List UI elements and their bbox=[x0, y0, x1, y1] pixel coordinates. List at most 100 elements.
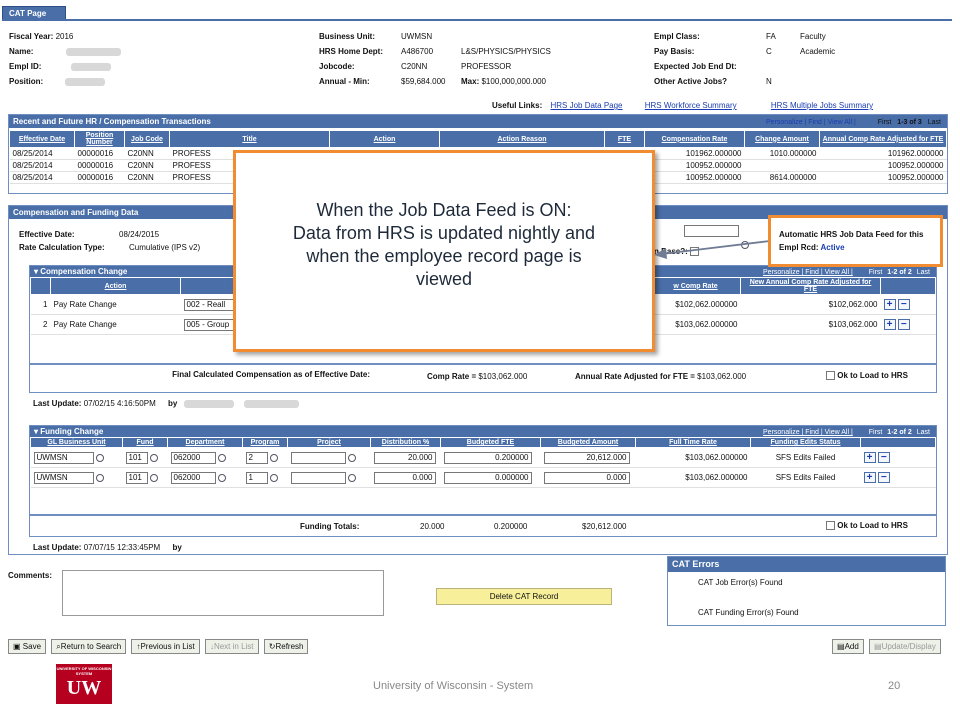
table-row: UWMSN 101 062000 1 0.000 0.000000 0.000 … bbox=[30, 467, 936, 488]
return-to-search-button[interactable]: ⌕Return to Search bbox=[51, 639, 127, 654]
add-row-icon[interactable]: + bbox=[863, 452, 876, 463]
budgeted-fte-input[interactable]: 0.200000 bbox=[443, 451, 532, 464]
comments-textarea[interactable] bbox=[62, 570, 384, 616]
cell: 0.200000 bbox=[440, 447, 541, 468]
funding-last[interactable]: Last bbox=[917, 429, 930, 436]
comp-last[interactable]: Last bbox=[917, 269, 930, 276]
search-icon[interactable] bbox=[347, 453, 356, 462]
col-department[interactable]: Department bbox=[167, 437, 243, 448]
gl-bu-input[interactable]: UWMSN bbox=[33, 451, 94, 464]
gl-bu-input[interactable]: UWMSN bbox=[33, 471, 94, 484]
col-fund[interactable]: Fund bbox=[122, 437, 168, 448]
col-funding-status[interactable]: Funding Edits Status bbox=[750, 437, 861, 448]
col-job-code[interactable]: Job Code bbox=[124, 130, 170, 148]
col-gl-bu[interactable]: GL Business Unit bbox=[30, 437, 123, 448]
project-input[interactable] bbox=[290, 471, 346, 484]
budgeted-amount-input[interactable]: 20,612.000 bbox=[543, 451, 630, 464]
col-fte[interactable]: FTE bbox=[604, 130, 645, 148]
position-label: Position: bbox=[9, 77, 44, 86]
col-action-reason[interactable]: Action Reason bbox=[439, 130, 605, 148]
project-input[interactable] bbox=[290, 451, 346, 464]
add-row-icon[interactable]: + bbox=[863, 472, 876, 483]
search-icon[interactable] bbox=[269, 453, 278, 462]
dept-input[interactable]: 062000 bbox=[170, 471, 216, 484]
cell bbox=[287, 467, 371, 488]
cell: 2 bbox=[242, 447, 288, 468]
search-icon[interactable] bbox=[95, 453, 104, 462]
fund-input[interactable]: 101 bbox=[125, 451, 148, 464]
ok-load-fund-checkbox[interactable] bbox=[826, 521, 835, 531]
col-annual-comp[interactable]: Annual Comp Rate Adjusted for FTE bbox=[819, 130, 947, 148]
add-row-icon[interactable]: + bbox=[883, 319, 896, 330]
remove-row-icon[interactable]: − bbox=[897, 299, 910, 310]
col-comp-rate[interactable]: Compensation Rate bbox=[644, 130, 745, 148]
effective-date-label: Effective Date: bbox=[19, 230, 75, 239]
pay-basis-desc: Academic bbox=[800, 47, 836, 56]
previous-in-list-button[interactable]: ↑Previous in List bbox=[131, 639, 200, 654]
cell: 00000016 bbox=[74, 171, 125, 184]
cell: 20,612.000 bbox=[540, 447, 636, 468]
col-cc-adj[interactable]: New Annual Comp Rate Adjusted for FTE bbox=[740, 277, 881, 295]
recent-personalize-link[interactable]: Personalize | Find | View All | bbox=[766, 119, 856, 126]
delete-cat-record-button[interactable]: Delete CAT Record bbox=[436, 588, 612, 605]
comp-personalize-link[interactable]: Personalize | Find | View All | bbox=[763, 269, 853, 276]
search-icon[interactable] bbox=[217, 453, 226, 462]
col-action[interactable]: Action bbox=[329, 130, 440, 148]
program-input[interactable]: 1 bbox=[245, 471, 268, 484]
cell: 100952.000000 bbox=[644, 171, 745, 184]
add-row-icon[interactable]: + bbox=[883, 299, 896, 310]
distribution-input[interactable]: 0.000 bbox=[373, 471, 436, 484]
search-icon[interactable] bbox=[269, 473, 278, 482]
col-budgeted-fte[interactable]: Budgeted FTE bbox=[440, 437, 541, 448]
add-button[interactable]: ▤Add bbox=[832, 639, 864, 654]
program-input[interactable]: 2 bbox=[245, 451, 268, 464]
ok-load-comp-checkbox[interactable] bbox=[826, 371, 835, 381]
col-budgeted-amount[interactable]: Budgeted Amount bbox=[540, 437, 636, 448]
hrs-workforce-summary-link[interactable]: HRS Workforce Summary bbox=[645, 101, 737, 110]
col-cc-new-rate[interactable]: w Comp Rate bbox=[650, 277, 741, 295]
search-icon[interactable] bbox=[217, 473, 226, 482]
col-distribution[interactable]: Distribution % bbox=[370, 437, 441, 448]
dept-input[interactable]: 062000 bbox=[170, 451, 216, 464]
comp-first[interactable]: First bbox=[869, 269, 883, 276]
toolbar: ▣ Save ⌕Return to Search ↑Previous in Li… bbox=[8, 639, 309, 654]
cell: SFS Edits Failed bbox=[750, 467, 861, 488]
col-program[interactable]: Program bbox=[242, 437, 288, 448]
refresh-button[interactable]: ↻Refresh bbox=[263, 639, 309, 654]
next-in-list-button[interactable]: ↓Next in List bbox=[204, 639, 259, 654]
budgeted-amount-input[interactable]: 0.000 bbox=[543, 471, 630, 484]
cell bbox=[287, 447, 371, 468]
header-class-block: Empl Class: FA Faculty Pay Basis: C Academic… bbox=[654, 29, 944, 89]
search-icon[interactable] bbox=[347, 473, 356, 482]
col-change-amount[interactable]: Change Amount bbox=[744, 130, 820, 148]
col-project[interactable]: Project bbox=[287, 437, 371, 448]
col-full-time-rate[interactable]: Full Time Rate bbox=[635, 437, 751, 448]
hrs-job-data-link[interactable]: HRS Job Data Page bbox=[550, 101, 622, 110]
update-display-button[interactable]: ▤Update/Display bbox=[869, 639, 941, 654]
remove-row-icon[interactable]: − bbox=[877, 472, 890, 483]
search-icon[interactable] bbox=[95, 473, 104, 482]
search-icon[interactable] bbox=[149, 473, 158, 482]
recent-first[interactable]: First bbox=[878, 119, 892, 126]
tab-cat-page[interactable]: CAT Page bbox=[2, 6, 66, 20]
fund-input[interactable]: 101 bbox=[125, 471, 148, 484]
budgeted-fte-input[interactable]: 0.000000 bbox=[443, 471, 532, 484]
col-title[interactable]: Title bbox=[169, 130, 330, 148]
remove-row-icon[interactable]: − bbox=[897, 319, 910, 330]
col-cc-action[interactable]: Action bbox=[50, 277, 181, 295]
save-button[interactable]: ▣ Save bbox=[8, 639, 47, 654]
col-position-number[interactable]: Position Number bbox=[74, 130, 125, 148]
funding-personalize-link[interactable]: Personalize | Find | View All | bbox=[763, 429, 853, 436]
remove-row-icon[interactable]: − bbox=[877, 452, 890, 463]
max-label: Max: bbox=[461, 77, 480, 86]
hrs-multiple-jobs-link[interactable]: HRS Multiple Jobs Summary bbox=[771, 101, 873, 110]
col-effective-date[interactable]: Effective Date bbox=[9, 130, 75, 148]
cell: C20NN bbox=[124, 171, 170, 184]
funding-first[interactable]: First bbox=[869, 429, 883, 436]
search-icon[interactable] bbox=[149, 453, 158, 462]
distribution-input[interactable]: 20.000 bbox=[373, 451, 436, 464]
ok-load-comp: Ok to Load to HRS bbox=[826, 371, 908, 381]
callout-arrow-icon bbox=[654, 240, 771, 259]
recent-last[interactable]: Last bbox=[928, 119, 941, 126]
cell: 1 bbox=[242, 467, 288, 488]
